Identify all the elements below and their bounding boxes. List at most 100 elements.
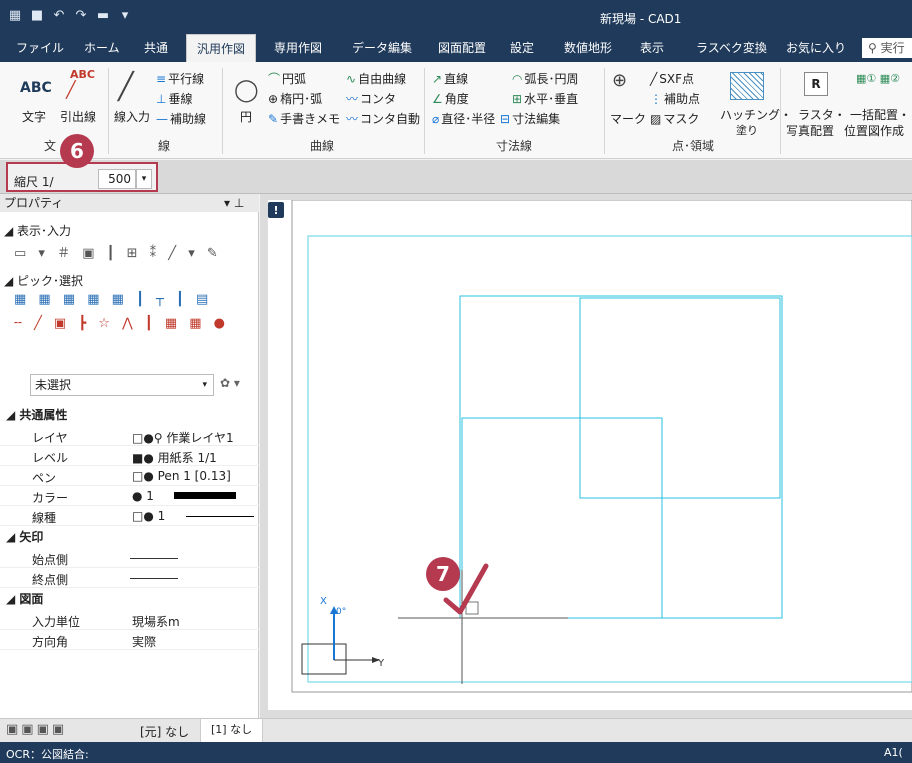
parallel-line-button[interactable]: ≡ 平行線: [156, 70, 204, 87]
drawing-canvas[interactable]: ! X 0° Y: [268, 200, 912, 710]
perpendicular-button[interactable]: ⊥ 垂線: [156, 90, 192, 107]
raster-button[interactable]: ラスタ・: [798, 106, 846, 123]
dim-angle-button[interactable]: ∠ 角度: [432, 90, 469, 107]
undo-icon[interactable]: ↶: [52, 9, 66, 23]
status-right: A1(: [884, 746, 903, 759]
pin-icon[interactable]: ▾ ⊥: [224, 194, 244, 212]
tab-terrain[interactable]: 数値地形: [554, 34, 622, 62]
prop-row-level[interactable]: レベル ■● 用紙系 1/1: [0, 446, 259, 466]
collapse-icon: ◢: [6, 592, 20, 606]
handwrite-memo-button[interactable]: ✎ 手書きメモ: [268, 110, 340, 127]
app-icon[interactable]: ▦: [8, 9, 22, 23]
leader-button[interactable]: 引出線: [60, 108, 96, 125]
dim-hv-button[interactable]: ⊞ 水平･垂直: [512, 90, 578, 107]
display-toolbar[interactable]: ▭ ▾ ＃ ▣ ┃ ⊞ ⁑ ╱ ▾ ✎: [14, 242, 222, 261]
prop-key: レイヤ: [32, 431, 68, 445]
prop-row-layer[interactable]: レイヤ □●⚲ 作業レイヤ1: [0, 426, 259, 446]
group-divider: [780, 68, 781, 154]
dim-angle-icon: ∠: [432, 92, 443, 106]
group-label-dim: 寸法線: [496, 139, 533, 153]
ellipse-button[interactable]: ⊕ 楕円･弧: [268, 90, 322, 107]
pick-toolbar-2[interactable]: ╌ ╱ ▣ ┣ ☆ ⋀ ┃ ▦ ▦ ●: [14, 316, 229, 331]
tab-general-drawing[interactable]: 汎用作図: [186, 34, 257, 62]
save-icon[interactable]: ■: [30, 9, 44, 23]
prop-row-pen[interactable]: ペン □● Pen 1 [0.13]: [0, 466, 259, 486]
chevron-down-icon[interactable]: ▾: [136, 169, 152, 189]
contour-auto-button[interactable]: 〰コンタ自動: [346, 110, 420, 127]
customize-icon[interactable]: ▾: [118, 9, 132, 23]
tab-sheet-1[interactable]: [1] なし: [200, 719, 264, 743]
sxf-point-button[interactable]: ╱ SXF点: [650, 70, 694, 87]
tab-data-edit[interactable]: データ編集: [342, 34, 422, 62]
title-bar: ▦ ■ ↶ ↷ ▬ ▾ 新現場 - CAD1: [0, 0, 912, 34]
photo-layout-button[interactable]: 写真配置: [786, 122, 834, 139]
prop-row-start-arrow[interactable]: 始点側: [0, 548, 259, 568]
tab-view[interactable]: 表示: [630, 34, 674, 62]
tab-settings[interactable]: 設定: [500, 34, 544, 62]
tab-home[interactable]: ホーム: [74, 34, 130, 62]
dim-straight-button[interactable]: ↗ 直線: [432, 70, 468, 87]
section-display-label: 表示･入力: [17, 224, 72, 238]
prop-row-linetype[interactable]: 線種 □● 1: [0, 506, 259, 526]
tab-original-sheet[interactable]: [元] なし: [140, 723, 189, 740]
text-tool-icon[interactable]: ABC: [20, 80, 52, 96]
tab-raster-vector[interactable]: ラスベク変換: [686, 34, 777, 62]
arc-button[interactable]: ⌒ 円弧: [268, 70, 306, 87]
mask-button[interactable]: ▨ マスク: [650, 110, 699, 127]
contour-icon: 〰: [346, 92, 359, 106]
line-input-icon: ╱: [118, 72, 134, 102]
scale-label: 縮尺 1/: [14, 175, 54, 189]
bottom-tab-bar: ▣▣▣▣ [元] なし [1] なし: [0, 718, 912, 743]
panel-title: プロパティ ▾ ⊥: [0, 194, 259, 212]
dim-diameter-button[interactable]: ⌀ 直径･半径: [432, 110, 495, 127]
tab-special-drawing[interactable]: 専用作図: [264, 34, 332, 62]
mark-button[interactable]: マーク: [610, 110, 646, 127]
section-display-input[interactable]: ◢ 表示･入力: [4, 222, 71, 239]
prop-key: 線種: [32, 511, 57, 525]
axis-x-label: X: [320, 596, 327, 607]
info-icon-glyph: !: [273, 204, 278, 217]
hatching-button[interactable]: ハッチング・: [720, 106, 792, 123]
free-curve-button[interactable]: ∿ 自由曲線: [346, 70, 406, 87]
batch-layout-button[interactable]: 一括配置・: [850, 106, 910, 123]
contour-button[interactable]: 〰コンタ: [346, 90, 396, 107]
print-icon[interactable]: ▬: [96, 9, 110, 23]
dim-straight-icon: ↗: [432, 72, 443, 86]
location-map-button[interactable]: 位置図作成: [844, 122, 904, 139]
redo-icon[interactable]: ↷: [74, 9, 88, 23]
text-button[interactable]: 文字: [22, 108, 46, 125]
dim-edit-button[interactable]: ⊟ 寸法編集: [500, 110, 560, 127]
tab-common[interactable]: 共通: [134, 34, 178, 62]
prop-key: 入力単位: [32, 615, 81, 629]
circle-icon: ◯: [234, 78, 259, 103]
pick-toolbar-1[interactable]: ▦ ▦ ▦ ▦ ▦ ┃ ┬ ┃ ▤: [14, 292, 212, 307]
aux-line-button[interactable]: — 補助線: [156, 110, 206, 127]
filter-icon[interactable]: ✿ ▾: [220, 376, 240, 390]
handwrite-label: 手書きメモ: [280, 112, 341, 126]
prop-row-input-unit[interactable]: 入力単位 現場系m: [0, 610, 259, 630]
prop-row-end-arrow[interactable]: 終点側: [0, 568, 259, 588]
circle-button[interactable]: 円: [240, 108, 252, 125]
dim-arclength-button[interactable]: ◠ 弧長･円周: [512, 70, 579, 87]
section-common-attr[interactable]: ◢ 共通属性: [6, 406, 67, 423]
selection-dropdown[interactable]: 未選択 ▾: [30, 374, 214, 396]
prop-row-color[interactable]: カラー ● 1: [0, 486, 259, 506]
prop-row-direction[interactable]: 方向角 実際: [0, 630, 259, 650]
prop-key: 終点側: [32, 573, 69, 587]
scale-value-input[interactable]: 500: [98, 169, 136, 189]
section-arrow[interactable]: ◢ 矢印: [6, 528, 43, 545]
dim-angle-label: 角度: [444, 92, 469, 106]
section-pick-select[interactable]: ◢ ピック･選択: [4, 272, 83, 289]
sheet-toolbar-icons[interactable]: ▣▣▣▣: [6, 722, 67, 737]
group-divider: [424, 68, 425, 154]
prop-value: 現場系m: [132, 615, 180, 629]
search-input[interactable]: ⚲ 実行: [862, 38, 912, 58]
tab-file[interactable]: ファイル: [6, 34, 74, 62]
section-drawing[interactable]: ◢ 図面: [6, 590, 43, 607]
tab-layout[interactable]: 図面配置: [428, 34, 496, 62]
aux-point-button[interactable]: ⋮ 補助点: [650, 90, 700, 107]
line-input-button[interactable]: 線入力: [114, 108, 150, 125]
sxf-point-label: SXF点: [659, 72, 694, 86]
group-label-text: 文: [44, 139, 57, 153]
tab-favorites[interactable]: お気に入り: [776, 34, 856, 62]
